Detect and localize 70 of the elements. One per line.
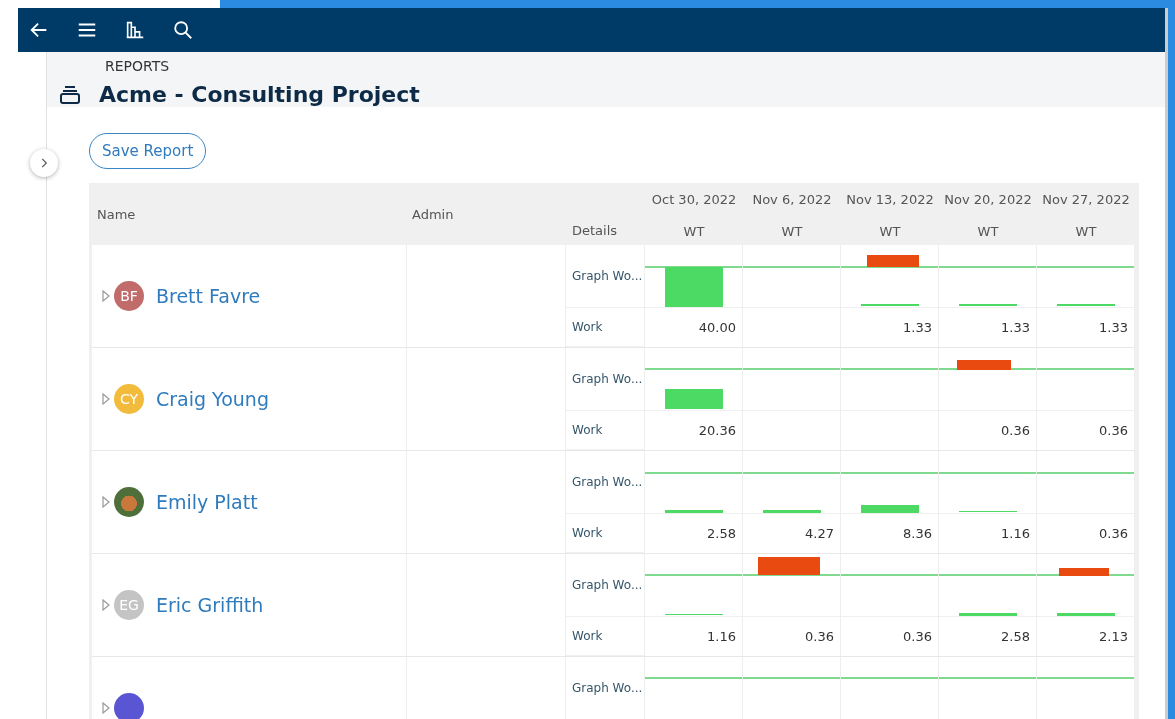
work-value: 1.16 — [707, 629, 736, 644]
avatar: BF — [114, 281, 144, 311]
date-header: Nov 13, 2022 — [846, 192, 934, 207]
graph-bar — [665, 267, 723, 307]
page-title: Acme - Consulting Project — [99, 82, 420, 107]
row-label: Work — [566, 514, 645, 553]
metric-header: WT — [879, 224, 901, 239]
work-value: 4.27 — [805, 526, 834, 541]
work-value: 2.58 — [707, 526, 736, 541]
avatar-photo — [114, 487, 144, 517]
person-name-link[interactable]: Brett Favre — [156, 285, 261, 307]
work-value: 2.58 — [1001, 629, 1030, 644]
avatar: CY — [114, 384, 144, 414]
row-label: Graph Wo... — [566, 554, 645, 617]
expand-triangle-icon[interactable] — [102, 393, 110, 405]
row-label: Work — [566, 617, 645, 656]
graph-bar — [861, 505, 919, 513]
work-value: 40.00 — [698, 320, 736, 335]
work-value: 0.36 — [903, 629, 932, 644]
breadcrumb[interactable]: REPORTS — [105, 58, 1165, 74]
bar-chart-icon[interactable] — [124, 19, 146, 41]
work-value: 1.16 — [1001, 526, 1030, 541]
person-name-link[interactable]: Craig Young — [156, 388, 269, 410]
graph-bar — [1057, 613, 1115, 616]
work-value: 0.36 — [805, 629, 834, 644]
row-label: Graph Wo... — [566, 348, 645, 411]
graph-bar — [1059, 568, 1109, 576]
expand-triangle-icon[interactable] — [102, 702, 110, 714]
metric-header: WT — [781, 224, 803, 239]
graph-bar — [758, 557, 820, 575]
search-icon[interactable] — [172, 19, 194, 41]
avatar: EG — [114, 590, 144, 620]
date-header: Oct 30, 2022 — [651, 192, 737, 207]
work-value: 1.33 — [1099, 320, 1128, 335]
row-label: Graph Wo... — [566, 245, 645, 308]
metric-header: WT — [977, 224, 999, 239]
person-name-link[interactable]: Eric Griffith — [156, 594, 264, 616]
date-header: Nov 27, 2022 — [1042, 192, 1130, 207]
column-header[interactable]: Admin — [412, 206, 454, 222]
date-header: Nov 6, 2022 — [752, 192, 832, 207]
metric-header: WT — [1075, 224, 1097, 239]
graph-bar — [959, 613, 1017, 616]
expand-triangle-icon[interactable] — [102, 290, 110, 302]
row-label: Work — [566, 308, 645, 347]
work-value: 2.13 — [1099, 629, 1128, 644]
work-value: 0.36 — [1099, 526, 1128, 541]
graph-bar — [763, 510, 821, 513]
column-header[interactable]: Details — [572, 223, 618, 238]
expand-triangle-icon[interactable] — [102, 599, 110, 611]
chevron-right-icon[interactable] — [30, 149, 58, 177]
graph-bar — [665, 389, 723, 409]
date-header: Nov 20, 2022 — [944, 192, 1032, 207]
row-label: Work — [566, 411, 645, 450]
save-report-button[interactable]: Save Report — [89, 133, 207, 169]
work-value: 0.36 — [1001, 423, 1030, 438]
metric-header: WT — [683, 224, 705, 239]
work-value: 8.36 — [903, 526, 932, 541]
graph-bar — [957, 360, 1011, 370]
work-value: 1.33 — [1001, 320, 1030, 335]
graph-bar — [665, 510, 723, 513]
row-label: Graph Wo... — [566, 657, 645, 719]
expand-triangle-icon[interactable] — [102, 496, 110, 508]
work-value: 0.36 — [1099, 423, 1128, 438]
stack-icon — [59, 84, 81, 105]
graph-bar — [867, 255, 919, 267]
column-header[interactable]: Name — [97, 206, 136, 222]
row-label: Graph Wo... — [566, 451, 645, 514]
work-value: 1.33 — [903, 320, 932, 335]
person-name-link[interactable]: Emily Platt — [156, 491, 258, 513]
work-value: 20.36 — [698, 423, 736, 438]
